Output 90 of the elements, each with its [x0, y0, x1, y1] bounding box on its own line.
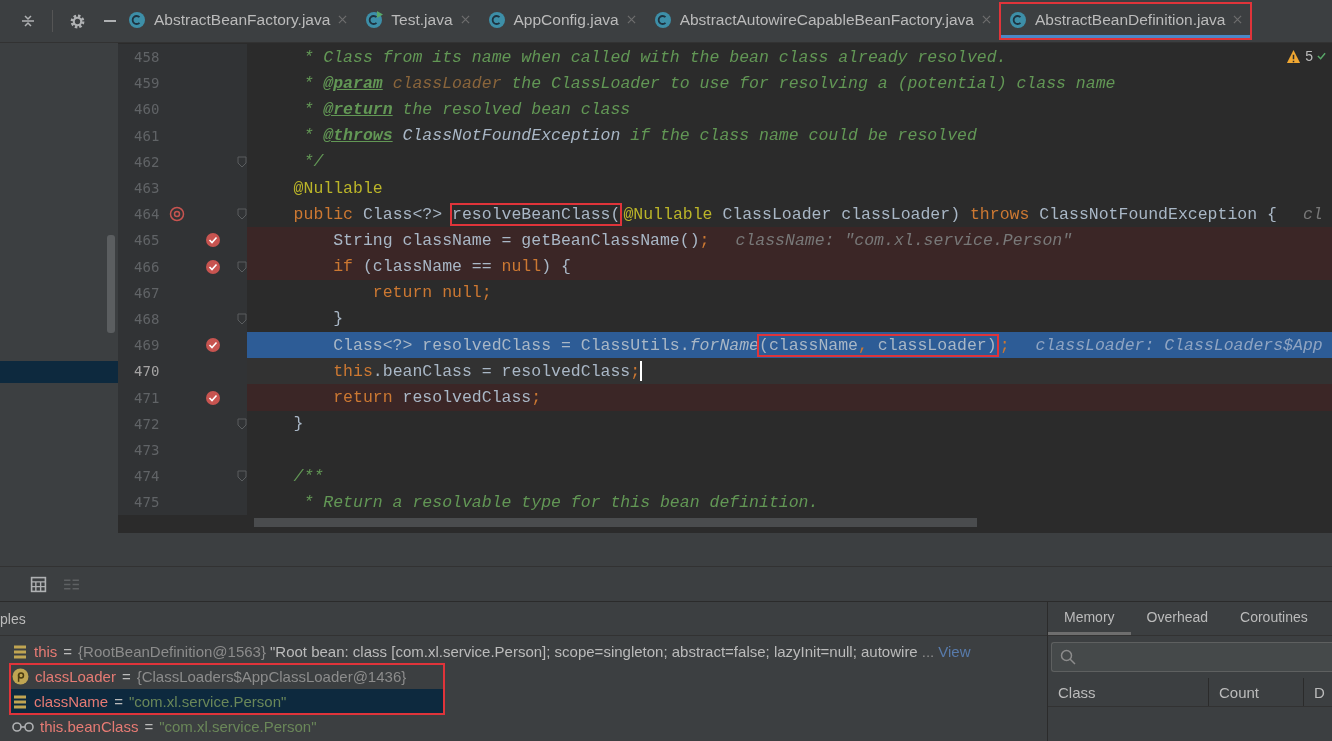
- column-header[interactable]: D: [1304, 678, 1325, 706]
- close-icon[interactable]: [460, 15, 470, 24]
- fold-marker-icon[interactable]: [237, 208, 247, 221]
- close-icon[interactable]: [1233, 15, 1243, 24]
- code-text: @Nullable: [292, 178, 383, 198]
- variable-value: "com.xl.service.Person": [159, 718, 317, 735]
- runnable-class-icon: [365, 10, 384, 29]
- fold-marker-icon[interactable]: [237, 417, 247, 430]
- breakpoint-icon[interactable]: [204, 232, 221, 249]
- class-icon: [128, 10, 146, 29]
- code-text: * @return the resolved bean class: [302, 99, 631, 119]
- breakpoint-icon[interactable]: [204, 258, 221, 275]
- variable-name: classLoader: [35, 668, 116, 685]
- memory-tab[interactable]: Memory: [1048, 602, 1131, 635]
- code-text: */: [302, 152, 324, 172]
- fold-marker-icon[interactable]: [237, 155, 247, 168]
- memory-tab[interactable]: Overhead: [1130, 602, 1225, 635]
- search-icon: [1060, 649, 1076, 665]
- code-text: /**: [292, 466, 324, 486]
- collapse-icon[interactable]: [20, 13, 36, 29]
- code-text: @Nullable ClassLoader classLoader) throws ClassNotFoundException {: [623, 204, 1277, 224]
- field-icon: [12, 693, 28, 710]
- breakpoint-icon[interactable]: [204, 389, 221, 406]
- code-text: this.beanClass = resolvedClass;: [332, 361, 641, 381]
- panel-title: ples: [0, 610, 26, 627]
- operator: =: [114, 693, 123, 710]
- code-text: Class<?> resolvedClass = ClassUtils.forName: [332, 335, 759, 355]
- horizontal-scrollbar-thumb[interactable]: [254, 518, 977, 527]
- variable-name: this.beanClass: [40, 718, 139, 735]
- code-text: * @throws ClassNotFoundException if the class name could be resolved: [302, 126, 977, 146]
- variable-value: {ClassLoaders$AppClassLoader@1436}: [136, 668, 407, 685]
- line-number: 470: [133, 363, 160, 380]
- variable-value: {RootBeanDefinition@1563}: [78, 643, 266, 660]
- operator: =: [63, 643, 73, 660]
- file-tab[interactable]: AbstractBeanDefinition.java: [1001, 4, 1251, 38]
- code-text: return null;: [371, 283, 492, 303]
- fold-marker-icon[interactable]: [237, 312, 247, 325]
- class-icon: [1009, 10, 1027, 29]
- variable-row[interactable]: this = {RootBeanDefinition@1563} "Root bean: class [com.xl.service.Person]; scope=singleton; abstract=false; lazyInit=null; autowire ... View: [0, 639, 1047, 664]
- warning-icon[interactable]: [1286, 48, 1302, 64]
- class-icon: [487, 10, 506, 29]
- warning-count[interactable]: 5: [1305, 48, 1313, 64]
- code-text: public Class<?>: [292, 204, 444, 224]
- close-icon[interactable]: [982, 15, 991, 24]
- operator: =: [121, 668, 131, 685]
- fold-marker-icon[interactable]: [237, 470, 247, 483]
- code-text: if (className == null) {: [332, 257, 571, 277]
- variable-value: "Root bean: class [com.xl.service.Person]; scope=singleton; abstract=false; lazyInit=null; autowire: [270, 643, 918, 660]
- variable-row[interactable]: classLoader = {ClassLoaders$AppClassLoader@1436}: [10, 664, 444, 689]
- code-text: * Return a resolvable type for this bean definition.: [302, 492, 819, 512]
- parameter-icon: [12, 668, 29, 685]
- column-header[interactable]: Class: [1048, 678, 1209, 706]
- inline-value-hint: className: "com.xl.service.Person": [735, 230, 1073, 250]
- close-icon[interactable]: [626, 15, 636, 24]
- column-header[interactable]: Count: [1209, 678, 1304, 706]
- memory-tab[interactable]: Coroutines: [1224, 602, 1324, 635]
- code-text: return resolvedClass;: [332, 388, 542, 408]
- inline-value-hint: classLoader: ClassLoaders$App: [1035, 335, 1323, 355]
- operator: =: [144, 718, 154, 735]
- search-field[interactable]: [1051, 642, 1332, 672]
- code-text: ;: [999, 335, 1010, 355]
- file-tab[interactable]: Test.java: [357, 4, 478, 38]
- file-tab[interactable]: AbstractAutowireCapableBeanFactory.java: [645, 4, 999, 38]
- file-tab[interactable]: AbstractBeanFactory.java: [120, 4, 356, 38]
- file-tab[interactable]: AppConfig.java: [479, 4, 644, 38]
- variable-row[interactable]: className = "com.xl.service.Person": [10, 689, 444, 714]
- variable-value: ...: [921, 643, 935, 660]
- scrollbar-thumb[interactable]: [107, 235, 115, 333]
- code-text: }: [292, 414, 304, 434]
- annotation-box: (className, classLoader): [759, 335, 997, 355]
- variable-row[interactable]: this.beanClass = "com.xl.service.Person": [0, 714, 1047, 739]
- calculator-icon[interactable]: [30, 575, 47, 593]
- check-icon[interactable]: [1317, 51, 1326, 61]
- close-icon[interactable]: [338, 15, 348, 24]
- breakpoint-icon[interactable]: [204, 337, 221, 354]
- glasses-icon: [12, 720, 34, 733]
- inline-value-hint: cl: [1302, 204, 1323, 224]
- variable-value: "com.xl.service.Person": [128, 693, 287, 710]
- code-text: * Class from its name when called with the bean class already resolved.: [302, 47, 1007, 67]
- code-text: * @param classLoader the ClassLoader to use for resolving a (potential) class name: [302, 73, 1116, 93]
- class-icon: [653, 10, 672, 29]
- fold-marker-icon[interactable]: [237, 260, 247, 273]
- code-text: String className = getBeanClassName();: [332, 230, 710, 250]
- variable-name: this: [34, 643, 58, 660]
- code-text: }: [332, 309, 344, 329]
- settings-icon[interactable]: [69, 12, 86, 30]
- variable-name: className: [34, 693, 109, 710]
- field-icon: [12, 643, 28, 660]
- annotation-box: resolveBeanClass(: [452, 204, 621, 224]
- method-marker-icon[interactable]: [169, 206, 186, 223]
